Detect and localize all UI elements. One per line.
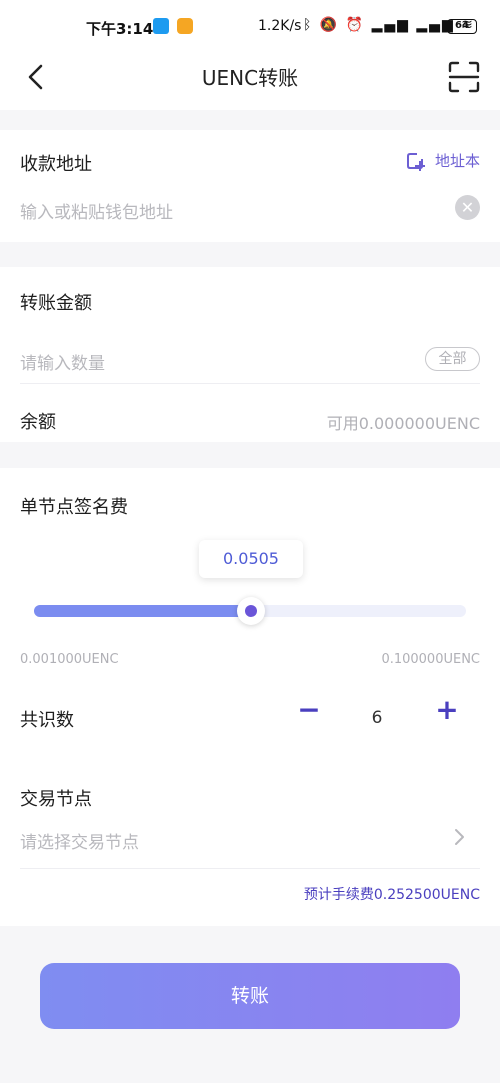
address-book-button[interactable]: 地址本	[405, 150, 480, 171]
consensus-value[interactable]: 6	[360, 708, 394, 728]
divider	[20, 868, 480, 869]
transfer-button[interactable]: 转账	[40, 963, 460, 1029]
fee-max: 0.100000UENC	[381, 652, 480, 667]
status-time: 下午3:14	[86, 20, 154, 38]
amount-card: 转账金额 请输入数量 全部 余额 可用0.000000UENC	[0, 267, 500, 442]
address-book-icon	[406, 152, 425, 171]
mute-icon: 🔕	[319, 17, 340, 33]
plus-button[interactable]: +	[434, 696, 460, 724]
minus-button[interactable]: −	[296, 696, 322, 724]
bluetooth-icon: ᛒ	[303, 17, 314, 33]
divider	[20, 383, 480, 384]
consensus-label: 共识数	[20, 710, 74, 731]
battery-icon: 64	[447, 19, 477, 34]
fee-slider-fill	[34, 605, 250, 617]
fee-min: 0.001000UENC	[20, 652, 119, 667]
status-bar: 下午3:14 1.2K/s ᛒ 🔕 ⏰ ▂▄▆ ▂▄▆ ≋ 64	[0, 0, 500, 52]
clear-icon[interactable]: ✕	[455, 195, 480, 220]
fee-slider-thumb[interactable]	[237, 597, 265, 625]
address-input[interactable]: 输入或粘贴钱包地址	[20, 198, 173, 223]
balance-label: 余额	[20, 412, 56, 433]
node-label: 交易节点	[20, 789, 92, 810]
network-speed: 1.2K/s	[258, 18, 302, 34]
amount-input[interactable]: 请输入数量	[20, 349, 105, 374]
balance-value: 可用0.000000UENC	[326, 414, 480, 433]
signal-icon: ▂▄▆	[371, 17, 410, 33]
all-button[interactable]: 全部	[425, 347, 480, 371]
app-icon-blue	[153, 18, 169, 34]
chevron-right-icon[interactable]	[452, 828, 466, 846]
alarm-icon: ⏰	[345, 17, 366, 33]
amount-label: 转账金额	[20, 293, 92, 314]
address-book-label: 地址本	[434, 152, 480, 170]
scan-icon[interactable]	[447, 60, 481, 94]
recipient-card: 收款地址 地址本 输入或粘贴钱包地址 ✕	[0, 130, 500, 242]
estimated-fee: 预计手续费0.252500UENC	[303, 887, 480, 903]
fee-card: 单节点签名费 0.0505 0.001000UENC 0.100000UENC …	[0, 468, 500, 926]
app-icon-orange	[177, 18, 193, 34]
node-select[interactable]: 请选择交易节点	[20, 828, 139, 853]
nav-bar: UENC转账	[0, 52, 500, 110]
fee-label: 单节点签名费	[20, 497, 128, 518]
page-title: UENC转账	[201, 66, 299, 90]
recipient-label: 收款地址	[20, 154, 92, 175]
fee-value-tooltip: 0.0505	[199, 540, 303, 578]
